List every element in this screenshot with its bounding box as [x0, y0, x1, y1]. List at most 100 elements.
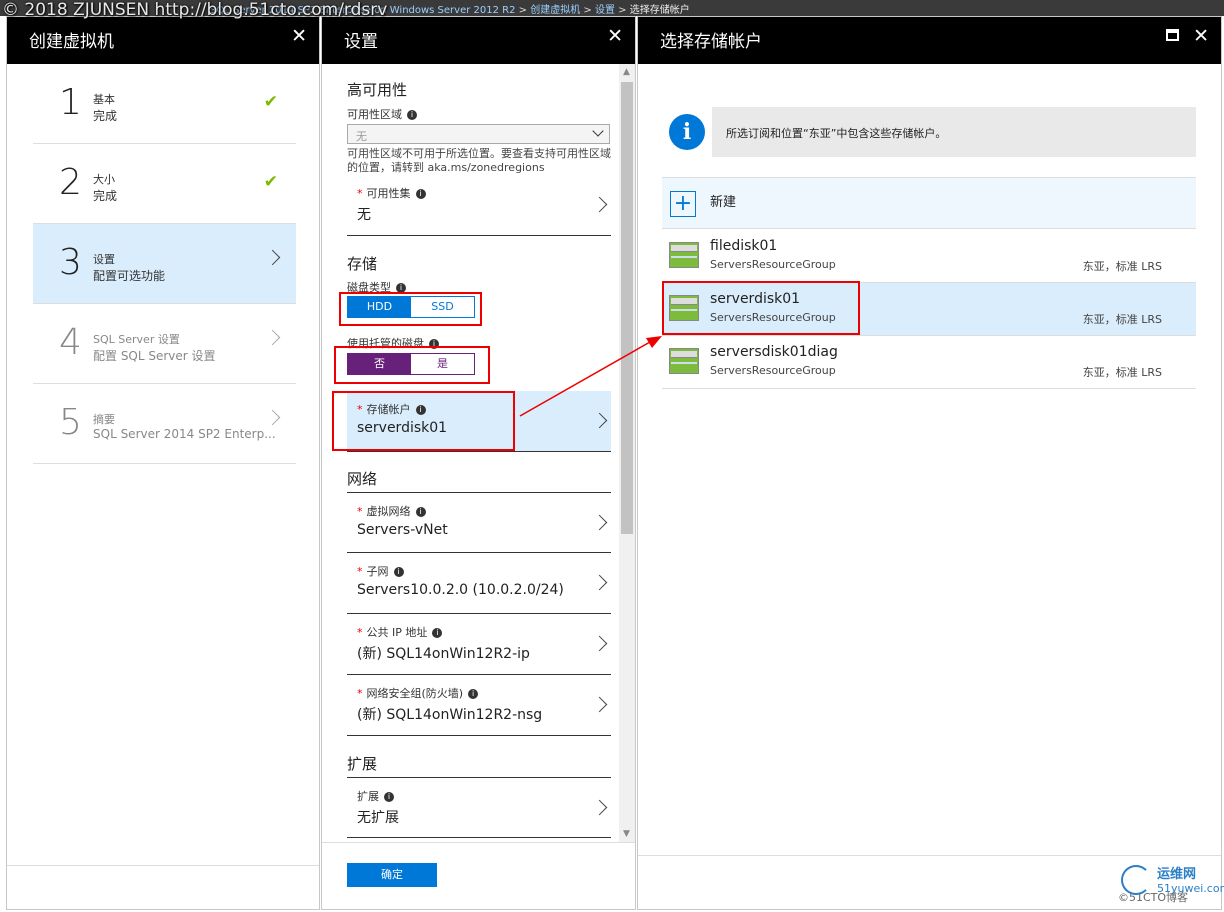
availability-set-row[interactable]: * 可用性集 i 无	[347, 175, 611, 236]
info-text: 所选订阅和位置“东亚”中包含这些存储帐户。	[726, 127, 947, 140]
step-status: 完成	[93, 189, 118, 203]
account-region: 东亚，标准 LRS	[1082, 313, 1162, 326]
account-group: ServersResourceGroup	[710, 364, 836, 377]
row-value: 无扩展	[357, 810, 399, 826]
section-extensions: 扩展	[347, 755, 378, 773]
step-title: 大小	[93, 173, 115, 186]
row-label: * 网络安全组(防火墙) i	[357, 685, 479, 701]
create-vm-blade: 创建虚拟机 ✕ 1 基本 完成 ✔ 2 大小 完成 ✔ 3 设置 配置可选功能 …	[6, 16, 320, 910]
choose-storage-account-blade: 选择存储帐户 ✕ i 所选订阅和位置“东亚”中包含这些存储帐户。 + 新建 fi…	[637, 16, 1224, 910]
info-icon[interactable]: i	[393, 567, 404, 577]
logo-cn: 运维网	[1157, 867, 1197, 882]
chevron-right-icon	[264, 329, 281, 346]
step-summary[interactable]: 5 摘要 SQL Server 2014 SP2 Enterp...	[33, 384, 296, 464]
blade-footer-divider	[7, 865, 319, 866]
chevron-right-icon	[591, 635, 608, 652]
row-value: 无	[357, 207, 371, 223]
scroll-up-icon[interactable]: ▲	[623, 67, 630, 77]
info-icon[interactable]: i	[432, 628, 443, 638]
highlight-box	[662, 281, 860, 335]
label-text: 公共 IP 地址	[366, 626, 428, 639]
breadcrumb-current: 选择存储帐户	[629, 5, 690, 16]
blade-header: 创建虚拟机 ✕	[7, 17, 319, 64]
step-number: 3	[59, 242, 82, 283]
info-banner: i 所选订阅和位置“东亚”中包含这些存储帐户。	[662, 107, 1196, 157]
storage-account-icon	[669, 242, 699, 268]
label-text: 虚拟网络	[366, 505, 411, 518]
scrollbar[interactable]: ▲ ▼	[619, 64, 635, 842]
storage-account-icon	[669, 348, 699, 374]
blade-footer-divider	[638, 855, 1221, 856]
section-high-availability: 高可用性	[347, 81, 408, 99]
storage-account-item[interactable]: serversdisk01diag ServersResourceGroup 东…	[662, 336, 1196, 389]
blade-header: 设置 ✕	[322, 17, 635, 64]
logo-ring-icon	[1121, 865, 1151, 895]
step-status: SQL Server 2014 SP2 Enterp...	[93, 427, 276, 441]
chevron-right-icon	[591, 514, 608, 531]
blade-header: 选择存储帐户 ✕	[638, 17, 1221, 64]
scroll-down-icon[interactable]: ▼	[623, 829, 630, 839]
section-storage: 存储	[347, 255, 378, 273]
row-label: * 公共 IP 地址 i	[357, 624, 443, 640]
close-icon[interactable]: ✕	[1193, 25, 1209, 47]
blade-title: 选择存储帐户	[660, 32, 762, 52]
section-network: 网络	[347, 470, 378, 488]
availability-zone-note: 可用性区域不可用于所选位置。要查看支持可用性区域的位置，请转到 aka.ms/z…	[347, 147, 611, 174]
info-icon[interactable]: i	[384, 792, 394, 802]
info-icon[interactable]: i	[415, 507, 426, 517]
chevron-right-icon	[591, 799, 608, 816]
step-status: 配置 SQL Server 设置	[93, 349, 216, 363]
account-region: 东亚，标准 LRS	[1082, 366, 1162, 379]
nsg-row[interactable]: * 网络安全组(防火墙) i (新) SQL14onWin12R2-nsg	[347, 675, 611, 736]
chevron-right-icon	[591, 696, 608, 713]
highlight-box	[334, 346, 490, 384]
plus-icon: +	[670, 191, 696, 217]
blade-footer-divider	[322, 842, 635, 843]
maximize-icon[interactable]	[1166, 29, 1179, 41]
availability-zone-select[interactable]: 无	[347, 124, 610, 144]
chevron-right-icon	[591, 574, 608, 591]
step-settings[interactable]: 3 设置 配置可选功能	[33, 224, 296, 304]
label-text: 可用性集	[366, 187, 411, 200]
account-group: ServersResourceGroup	[710, 258, 836, 271]
step-sql-settings[interactable]: 4 SQL Server 设置 配置 SQL Server 设置	[33, 304, 296, 384]
account-region: 东亚，标准 LRS	[1082, 260, 1162, 273]
create-new-row[interactable]: + 新建	[662, 177, 1196, 229]
scrollbar-thumb[interactable]	[621, 82, 633, 534]
step-status: 完成	[93, 109, 118, 123]
label-text: 可用性区域	[347, 108, 402, 121]
subnet-row[interactable]: * 子网 i Servers10.0.2.0 (10.0.2.0/24)	[347, 553, 611, 614]
breadcrumb-item[interactable]: 创建虚拟机	[530, 5, 580, 16]
label-text: 扩展	[357, 790, 379, 803]
checkmark-icon: ✔	[263, 172, 278, 192]
storage-account-item[interactable]: filedisk01 ServersResourceGroup 东亚，标准 LR…	[662, 230, 1196, 283]
public-ip-row[interactable]: * 公共 IP 地址 i (新) SQL14onWin12R2-ip	[347, 614, 611, 675]
settings-blade: 设置 ✕ ▲ ▼ 高可用性 可用性区域 i 无 可用性区域不可用于所选位置。要查看…	[321, 16, 636, 910]
extensions-row[interactable]: 扩展 i 无扩展	[347, 777, 611, 838]
step-status: 配置可选功能	[93, 269, 166, 283]
info-icon[interactable]: i	[407, 110, 417, 120]
label-text: 网络安全组(防火墙)	[366, 687, 464, 700]
info-icon[interactable]: i	[468, 689, 479, 699]
step-number: 1	[59, 82, 82, 123]
logo-en: 51yuwei.com	[1157, 882, 1224, 895]
row-label: * 虚拟网络 i	[357, 503, 426, 519]
highlight-box	[339, 292, 482, 326]
step-basics[interactable]: 1 基本 完成 ✔	[33, 64, 296, 144]
row-label: * 子网 i	[357, 563, 404, 579]
chevron-right-icon	[264, 249, 281, 266]
close-icon[interactable]: ✕	[607, 25, 623, 47]
step-size[interactable]: 2 大小 完成 ✔	[33, 144, 296, 224]
close-icon[interactable]: ✕	[291, 25, 307, 47]
info-icon[interactable]: i	[415, 189, 426, 199]
breadcrumb-item[interactable]: 设置	[595, 5, 615, 16]
chevron-right-icon	[591, 196, 608, 213]
step-title: SQL Server 设置	[93, 333, 180, 346]
account-name: serversdisk01diag	[710, 344, 838, 360]
chevron-right-icon	[264, 409, 281, 426]
label-text: 子网	[366, 565, 389, 578]
ok-button[interactable]: 确定	[347, 863, 437, 887]
vnet-row[interactable]: * 虚拟网络 i Servers-vNet	[347, 492, 611, 553]
checkmark-icon: ✔	[263, 92, 278, 112]
step-number: 5	[59, 402, 82, 443]
